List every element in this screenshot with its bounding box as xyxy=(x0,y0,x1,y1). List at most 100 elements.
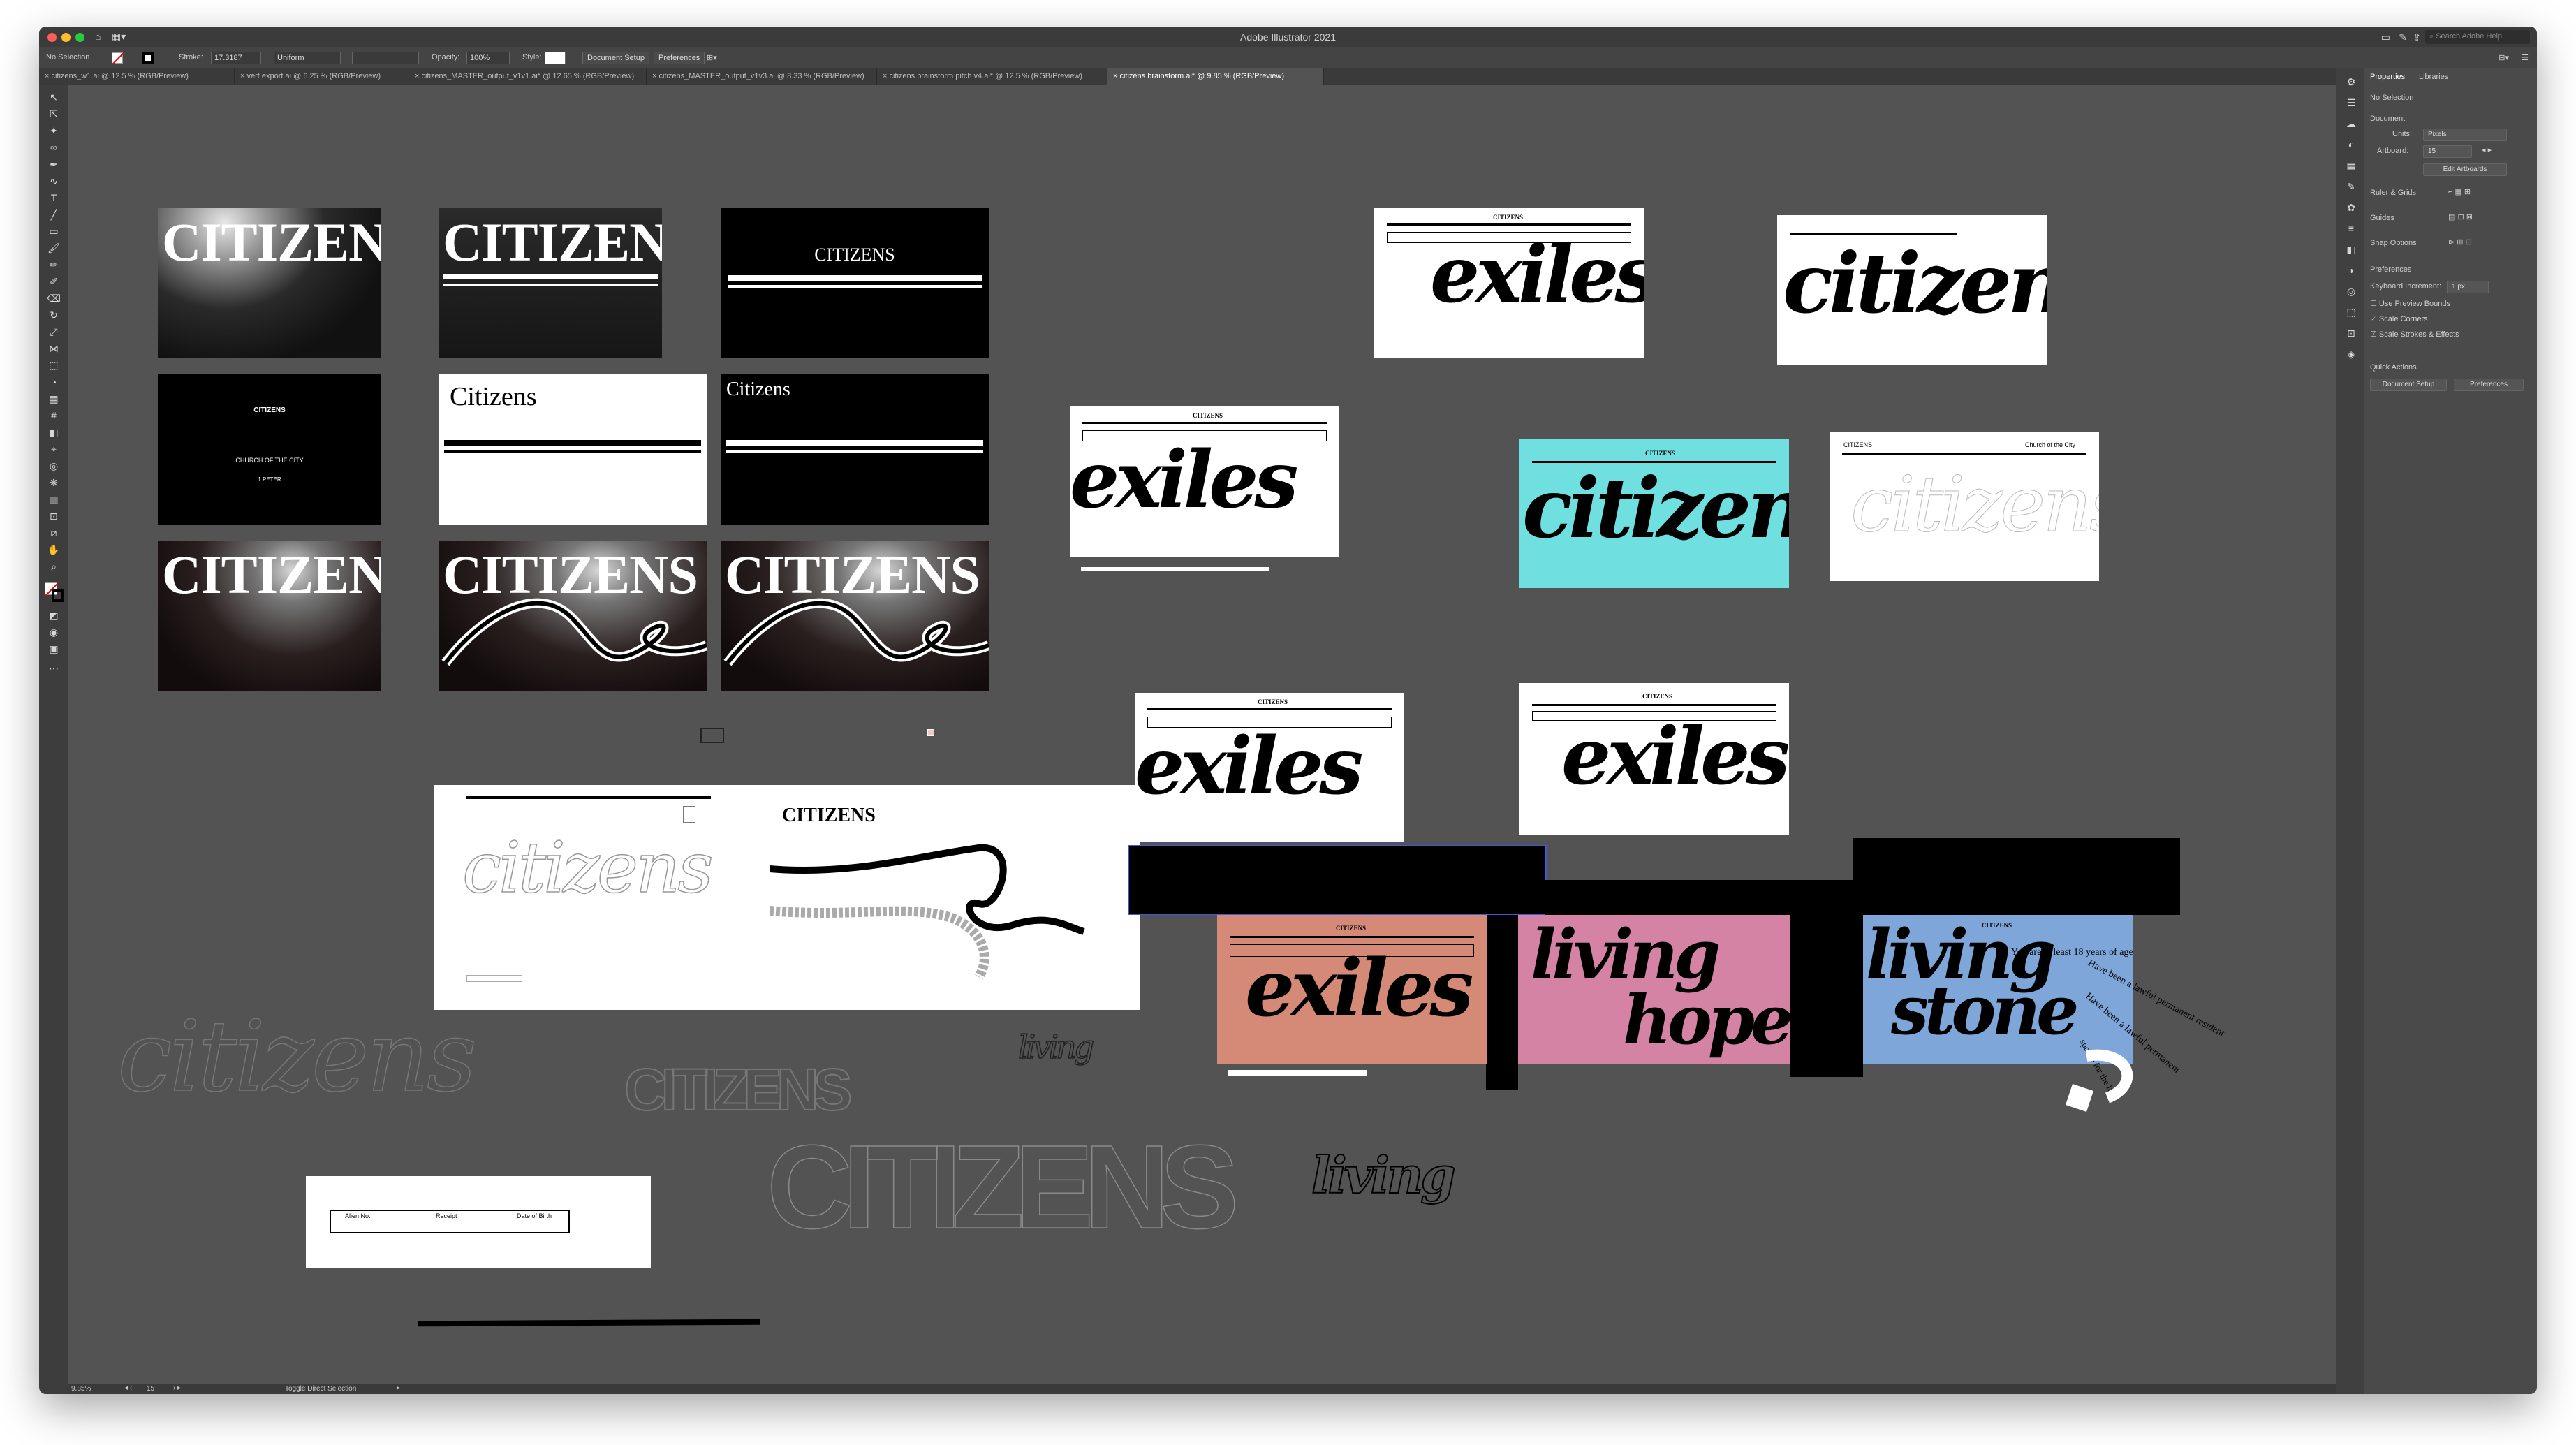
artboard-citizens-ribbon-2[interactable]: CITIZENS xyxy=(721,541,989,691)
eraser-tool-icon[interactable]: ⌫ xyxy=(46,292,61,305)
hand-tool-icon[interactable]: ✋ xyxy=(46,543,61,556)
graphic-style-swatch[interactable] xyxy=(545,52,566,64)
tab-document[interactable]: × citizens_w1.ai @ 12.5 % (RGB/Preview) xyxy=(39,68,235,85)
paintbrush-tool-icon[interactable]: 🖌 xyxy=(46,242,61,254)
citizens-outline-script[interactable]: citizens xyxy=(117,999,477,1115)
artboard-nav-icon[interactable]: ◂ ▸ xyxy=(2482,145,2492,154)
artboard-exiles-coral[interactable]: CITIZENS exiles xyxy=(1217,915,1487,1064)
transform-icon[interactable]: ⬚ xyxy=(2343,306,2359,318)
width-tool-icon[interactable]: ⋈ xyxy=(46,342,61,355)
citizens-outline-caps-large[interactable]: CITIZENS xyxy=(766,1119,1239,1256)
tab-libraries[interactable]: Libraries xyxy=(2419,73,2448,81)
swatches-icon[interactable]: ▦ xyxy=(2343,159,2359,172)
stroke-weight-field[interactable]: 17.3187 xyxy=(211,52,261,64)
pen-tool-icon[interactable]: ✒ xyxy=(46,158,61,170)
quick-preferences-button[interactable]: Preferences xyxy=(2454,379,2524,391)
opacity-field[interactable]: 100% xyxy=(466,52,510,64)
symbols-icon[interactable]: ✿ xyxy=(2343,201,2359,214)
artboard-citizens-cloud[interactable]: CITIZENS xyxy=(158,208,381,358)
scale-strokes-checkbox[interactable]: ☑ Scale Strokes & Effects xyxy=(2370,330,2459,339)
arrange-icon[interactable]: ⊞▾ xyxy=(707,53,717,62)
lasso-tool-icon[interactable]: ∞ xyxy=(46,141,61,154)
zoom-level[interactable]: 9.85% xyxy=(71,1385,91,1393)
white-stroke[interactable] xyxy=(1228,1070,1367,1076)
slice-tool-icon[interactable]: ⧄ xyxy=(46,527,61,539)
fill-swatch[interactable] xyxy=(112,52,124,65)
canvas[interactable]: CITIZENS CITIZENS CITIZENS CITIZENS CHUR… xyxy=(68,85,2366,1394)
artboard-exiles-form[interactable]: CITIZENS exiles xyxy=(1374,208,1644,358)
artboard-citizens-sketch[interactable]: citizens CITIZENS xyxy=(434,785,1140,1010)
libraries-icon[interactable]: ☁ xyxy=(2343,117,2359,130)
artboard-citizens-cloud-2[interactable]: CITIZENS xyxy=(158,541,381,691)
artboard-form-strip[interactable]: Alien No. Receipt Date of Birth xyxy=(306,1176,651,1268)
tab-document[interactable]: × citizens_MASTER_output_v1v1.ai* @ 12.6… xyxy=(409,68,647,85)
artboard-exiles-form-2[interactable]: CITIZENS exiles xyxy=(1070,406,1339,557)
magic-wand-icon[interactable]: ✦ xyxy=(46,124,61,137)
stroke-color-icon[interactable] xyxy=(52,589,64,602)
anchor-point[interactable] xyxy=(927,729,934,736)
pencil-tool-icon[interactable]: ✏ xyxy=(46,258,61,271)
curvature-tool-icon[interactable]: ∿ xyxy=(46,175,61,187)
stroke-line[interactable] xyxy=(417,1319,760,1327)
snap-toggle-icon[interactable]: ⊳ ⊞ ⊡ xyxy=(2448,237,2472,247)
artboard-citizens-black[interactable]: Citizens xyxy=(721,374,989,525)
properties-icon[interactable]: ⚙ xyxy=(2343,75,2359,88)
draw-mode-icon[interactable]: ◉ xyxy=(46,626,61,638)
symbol-sprayer-tool-icon[interactable]: ❋ xyxy=(46,476,61,489)
shaper-tool-icon[interactable]: ✐ xyxy=(46,275,61,288)
stroke-icon[interactable]: ≡ xyxy=(2343,222,2359,235)
quick-document-setup-button[interactable]: Document Setup xyxy=(2370,379,2447,391)
guides-toggle-icon[interactable]: ▤ ⊟ ⊠ xyxy=(2448,212,2473,221)
layers-stack-icon[interactable]: ◈ xyxy=(2343,348,2359,360)
artboard-citizens-ribbon[interactable]: CITIZENS xyxy=(439,541,707,691)
artboard-number-field[interactable]: 15 xyxy=(2423,145,2472,158)
search-help-field[interactable]: ⌕ Search Adobe Help xyxy=(2425,30,2530,44)
black-rect[interactable] xyxy=(1486,915,1518,1090)
tab-document[interactable]: × citizens_MASTER_output_v1v3.ai @ 8.33 … xyxy=(647,68,877,85)
status-menu-icon[interactable]: ▸ xyxy=(397,1384,400,1392)
edit-artboards-button[interactable]: Edit Artboards xyxy=(2423,163,2507,176)
artboard-church-title[interactable]: CITIZENS CHURCH OF THE CITY 1 PETER xyxy=(158,374,381,525)
living-small-sketch[interactable]: living xyxy=(1017,1027,1095,1066)
status-mode[interactable]: Toggle Direct Selection xyxy=(285,1385,356,1393)
ruler-toggle-icon[interactable]: ⌐ ▦ ⊞ xyxy=(2448,187,2471,196)
line-tool-icon[interactable]: ╱ xyxy=(46,208,61,221)
screen-mode-icon[interactable]: ▣ xyxy=(46,643,61,655)
empty-frame[interactable] xyxy=(700,728,724,743)
tab-document[interactable]: × vert export.ai @ 6.25 % (RGB/Preview) xyxy=(235,68,409,85)
black-rect[interactable] xyxy=(1545,880,1855,915)
transparency-icon[interactable]: ◑ xyxy=(2343,264,2359,277)
stroke-swatch[interactable] xyxy=(142,52,154,64)
panel-menu-icon[interactable]: ☰ xyxy=(2522,53,2529,62)
appearance-icon[interactable]: ◎ xyxy=(2343,285,2359,298)
artboard-citizens-cyan[interactable]: CITIZENS citizens xyxy=(1519,439,1789,588)
edit-toolbar-icon[interactable]: ⋯ xyxy=(46,662,61,675)
use-preview-bounds-checkbox[interactable]: ☐ Use Preview Bounds xyxy=(2370,299,2450,308)
align-icon[interactable]: ⊟▾ xyxy=(2498,53,2509,62)
artboard-citizens-faint[interactable]: CITIZENS Church of the City citizens xyxy=(1830,432,2099,581)
artboard-exiles-form-3[interactable]: CITIZENS exiles xyxy=(1135,693,1404,842)
artboard-citizens-small[interactable]: CITIZENS xyxy=(721,208,989,358)
scale-tool-icon[interactable]: ⤢ xyxy=(46,325,61,338)
artboard-citizens-white[interactable]: Citizens xyxy=(439,374,707,525)
artboard-nav-prev-icon[interactable]: ◂ ‹ xyxy=(124,1384,132,1392)
shape-builder-tool-icon[interactable]: ◔ xyxy=(46,376,61,388)
mesh-tool-icon[interactable]: # xyxy=(46,409,61,422)
type-tool-icon[interactable]: T xyxy=(46,191,61,204)
brush-definition[interactable] xyxy=(352,52,419,64)
perspective-grid-tool-icon[interactable]: ▦ xyxy=(46,393,61,405)
artboard-living-hope[interactable]: living hope xyxy=(1518,915,1790,1064)
tab-document-active[interactable]: × citizens brainstorm.ai* @ 9.85 % (RGB/… xyxy=(1107,68,1324,85)
selected-black-rect[interactable] xyxy=(1128,845,1547,915)
brushes-icon[interactable]: ✎ xyxy=(2343,180,2359,193)
keyboard-increment-field[interactable]: 1 px xyxy=(2447,281,2489,293)
citizens-outline-caps[interactable]: CITIZENS xyxy=(624,1056,853,1124)
share-icon[interactable]: ⇪ xyxy=(2413,31,2421,43)
direct-selection-tool-icon[interactable]: ⇱ xyxy=(46,108,61,120)
artboards-icon[interactable]: ⊡ xyxy=(2343,327,2359,339)
blend-tool-icon[interactable]: ◎ xyxy=(46,460,61,472)
artboard-number[interactable]: 15 xyxy=(147,1385,154,1393)
graph-tool-icon[interactable]: ▥ xyxy=(46,493,61,506)
tab-document[interactable]: × citizens brainstorm pitch v4.ai* @ 12.… xyxy=(877,68,1107,85)
artboard-nav-next-icon[interactable]: › ▸ xyxy=(173,1384,181,1392)
